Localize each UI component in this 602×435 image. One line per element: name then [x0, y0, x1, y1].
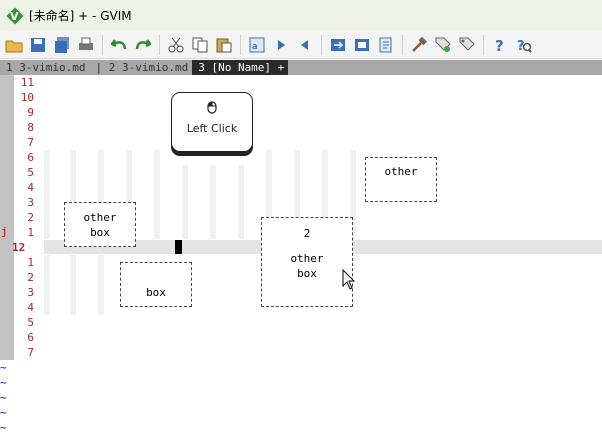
grid-stripe — [70, 255, 76, 315]
grid-stripe — [44, 255, 50, 315]
save-session-icon[interactable] — [352, 35, 372, 55]
tab-line: 1 3-vimio.md | 2 3-vimio.md 3 [No Name] … — [0, 60, 602, 75]
save-all-icon[interactable] — [52, 35, 72, 55]
empty-line-tilde: ~ — [0, 421, 7, 434]
box-text — [262, 241, 352, 251]
toolbar-separator — [321, 34, 322, 55]
grid-stripe — [238, 165, 244, 239]
box-text: other — [83, 211, 117, 224]
line-number: 8 — [27, 121, 34, 134]
line-number: 5 — [27, 166, 34, 179]
toolbar-separator — [159, 34, 160, 55]
make-icon[interactable] — [409, 35, 429, 55]
empty-line-tilde: ~ — [0, 376, 7, 389]
save-icon[interactable] — [28, 35, 48, 55]
run-ctags-icon[interactable] — [433, 35, 453, 55]
undo-icon[interactable] — [109, 35, 129, 55]
grid-stripe — [154, 150, 160, 239]
line-number: 7 — [27, 136, 34, 149]
box-text: 2 — [303, 227, 311, 240]
box-text: box — [90, 226, 110, 239]
toolbar: a ? ? — [0, 31, 602, 59]
find-next-icon[interactable] — [271, 35, 291, 55]
grid-stripe — [98, 255, 104, 315]
box-text: box — [146, 286, 166, 299]
other-box-top-right: other — [365, 157, 437, 202]
mark-indicator: j — [1, 225, 8, 238]
numbered-other-box: 2 other box — [261, 217, 353, 307]
line-number: 7 — [27, 346, 34, 359]
window-title: [未命名] + - GVIM — [29, 9, 132, 23]
line-number: 9 — [27, 106, 34, 119]
line-number: 3 — [27, 286, 34, 299]
svg-text:V: V — [10, 10, 19, 23]
load-session-icon[interactable] — [328, 35, 348, 55]
redo-icon[interactable] — [133, 35, 153, 55]
title-bar: V [未命名] + - GVIM — [0, 0, 602, 31]
grid-stripe — [182, 165, 188, 239]
svg-text:?: ? — [495, 37, 504, 53]
line-number: 1 — [27, 226, 34, 239]
help-icon[interactable]: ? — [490, 35, 510, 55]
toolbar-separator — [102, 34, 103, 55]
line-number: 2 — [27, 271, 34, 284]
svg-text:a: a — [252, 42, 258, 52]
empty-line-tilde: ~ — [0, 361, 7, 374]
find-help-icon[interactable]: ? — [514, 35, 534, 55]
mouse-icon — [207, 101, 217, 114]
text-cursor — [175, 240, 182, 254]
sign-column — [0, 75, 14, 360]
line-number: 10 — [20, 91, 34, 104]
toolbar-separator — [240, 34, 241, 55]
box-bottom: box — [120, 262, 192, 307]
toolbar-separator — [483, 34, 484, 55]
editor-area[interactable]: j 11 10 9 8 7 6 5 4 3 2 1 12 1 2 3 4 5 6 7 other other box… — [0, 75, 602, 360]
empty-line-tilde: ~ — [0, 391, 7, 404]
cut-icon[interactable] — [166, 35, 186, 55]
grid-stripe — [44, 150, 50, 239]
copy-icon[interactable] — [190, 35, 210, 55]
tab-1[interactable]: 1 3-vimio.md — [0, 60, 89, 75]
jump-tag-icon[interactable] — [457, 35, 477, 55]
line-number: 11 — [20, 76, 34, 89]
empty-lines-area: ~ ~ ~ ~ ~ — [0, 360, 602, 434]
tab-2[interactable]: | 2 3-vimio.md — [89, 60, 192, 75]
box-text: box — [297, 267, 317, 280]
line-number: 1 — [27, 256, 34, 269]
line-number: 2 — [27, 211, 34, 224]
open-icon[interactable] — [4, 35, 24, 55]
print-icon[interactable] — [76, 35, 96, 55]
grid-stripe — [210, 165, 216, 239]
mouse-pointer-icon — [342, 269, 356, 290]
paste-icon[interactable] — [214, 35, 234, 55]
other-box-left: other box — [64, 202, 136, 247]
find-replace-icon[interactable]: a — [247, 35, 267, 55]
line-number: 6 — [27, 151, 34, 164]
line-number: 12 — [12, 241, 26, 254]
line-number: 4 — [27, 181, 34, 194]
line-number: 6 — [27, 331, 34, 344]
box-text: other — [384, 165, 418, 178]
tab-3-active[interactable]: 3 [No Name] + — [192, 60, 289, 75]
empty-line-tilde: ~ — [0, 406, 7, 419]
line-number: 4 — [27, 301, 34, 314]
gvim-app-icon: V — [6, 7, 24, 24]
click-label: Left Click — [186, 122, 238, 135]
toolbar-separator — [402, 34, 403, 55]
line-number: 5 — [27, 316, 34, 329]
left-click-indicator: Left Click — [171, 92, 253, 152]
run-script-icon[interactable] — [376, 35, 396, 55]
line-number: 3 — [27, 196, 34, 209]
find-prev-icon[interactable] — [295, 35, 315, 55]
box-text: other — [290, 252, 324, 265]
